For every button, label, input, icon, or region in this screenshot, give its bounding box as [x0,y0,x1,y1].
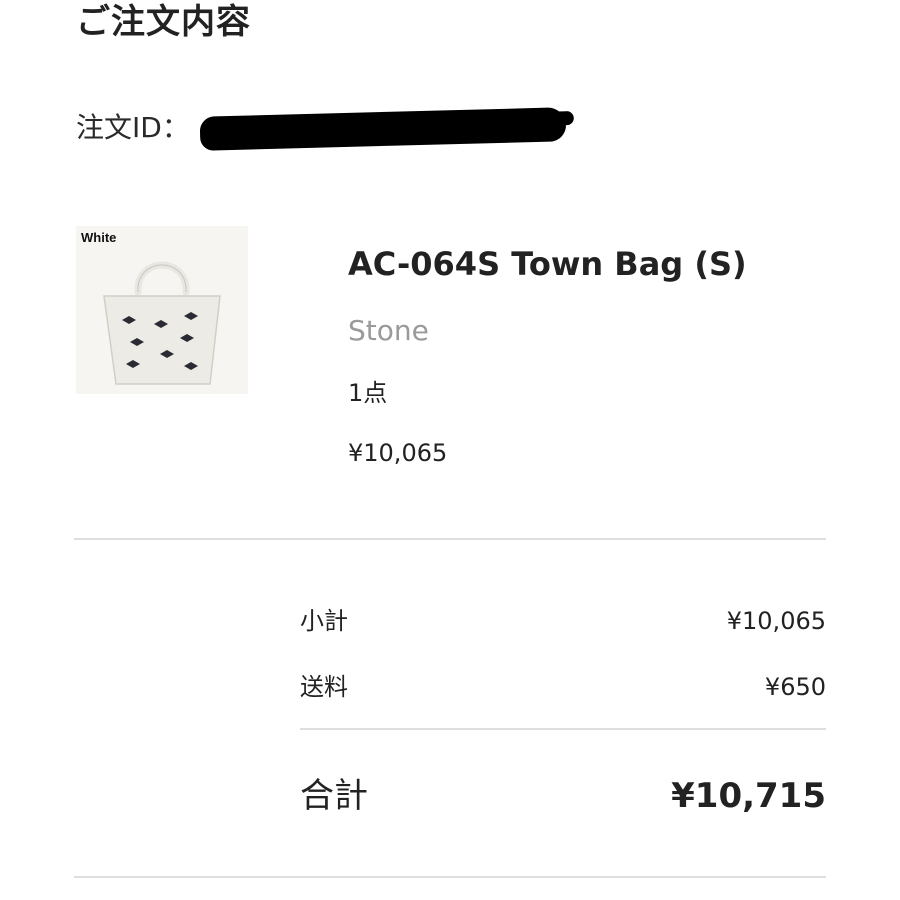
total-value: ¥10,715 [671,776,826,816]
shipping-label: 送料 [300,673,348,701]
product-name[interactable]: AC-064S Town Bag (S) [348,244,747,284]
product-color: Stone [348,314,429,347]
tote-bag-image [103,261,221,385]
product-thumbnail[interactable]: White [76,226,248,394]
page-title: ご注文内容 [76,2,251,42]
thumbnail-color-label: White [81,230,117,245]
product-price: ¥10,065 [348,439,448,467]
order-id-label: 注文ID： [76,111,190,144]
divider [300,728,826,730]
subtotal-label: 小計 [300,607,348,635]
order-id-redaction [199,107,567,151]
subtotal-value: ¥10,065 [726,607,826,635]
shipping-value: ¥650 [764,673,826,701]
divider [74,876,826,878]
product-quantity: 1点 [348,379,388,407]
total-label: 合計 [300,776,368,816]
divider [74,538,826,540]
